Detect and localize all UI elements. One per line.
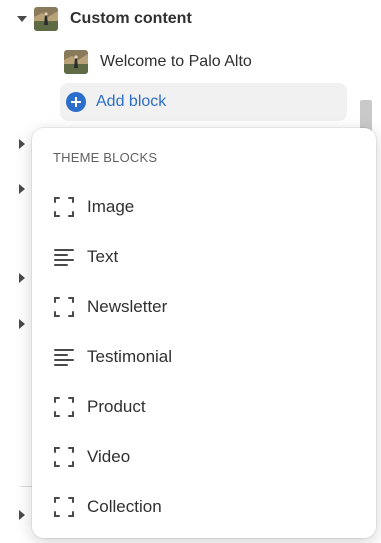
add-block-label: Add block — [96, 93, 167, 110]
section-thumbnail-icon — [34, 7, 58, 31]
frame-icon — [53, 496, 75, 518]
section-row-custom-content[interactable]: Custom content — [34, 6, 192, 32]
block-row-welcome[interactable]: Welcome to Palo Alto — [64, 49, 252, 75]
frame-icon — [53, 396, 75, 418]
collapse-caret-icon[interactable] — [17, 16, 27, 22]
section-title-label: Custom content — [70, 10, 192, 27]
text-lines-icon — [53, 346, 75, 368]
expand-caret-icon[interactable] — [19, 139, 25, 149]
add-block-button[interactable]: Add block — [60, 83, 347, 121]
expand-caret-icon[interactable] — [19, 510, 25, 520]
menu-item-label: Image — [87, 197, 135, 216]
frame-icon — [53, 446, 75, 468]
menu-item-label: Testimonial — [87, 347, 173, 366]
expand-caret-icon[interactable] — [19, 319, 25, 329]
menu-item-newsletter[interactable]: Newsletter — [44, 287, 364, 327]
menu-item-video[interactable]: Video — [44, 437, 364, 477]
menu-item-product[interactable]: Product — [44, 387, 364, 427]
popover-heading: THEME BLOCKS — [53, 150, 158, 165]
menu-item-label: Video — [87, 447, 131, 466]
block-thumbnail-icon — [64, 50, 88, 74]
frame-icon — [53, 196, 75, 218]
menu-item-collection[interactable]: Collection — [44, 487, 364, 527]
frame-icon — [53, 296, 75, 318]
expand-caret-icon[interactable] — [19, 184, 25, 194]
plus-circle-icon — [66, 92, 86, 112]
menu-item-label: Collection — [87, 497, 162, 516]
menu-item-image[interactable]: Image — [44, 187, 364, 227]
menu-item-label: Text — [87, 247, 119, 266]
menu-item-testimonial[interactable]: Testimonial — [44, 337, 364, 377]
theme-editor-panel: Custom content Welcome to Palo Alto Add … — [0, 0, 381, 543]
theme-blocks-popover: THEME BLOCKS Image Text Newsletter Testi… — [32, 128, 376, 538]
text-lines-icon — [53, 246, 75, 268]
menu-item-label: Product — [87, 397, 146, 416]
expand-caret-icon[interactable] — [19, 273, 25, 283]
menu-item-label: Newsletter — [87, 297, 168, 316]
block-label: Welcome to Palo Alto — [100, 53, 252, 70]
menu-item-text[interactable]: Text — [44, 237, 364, 277]
